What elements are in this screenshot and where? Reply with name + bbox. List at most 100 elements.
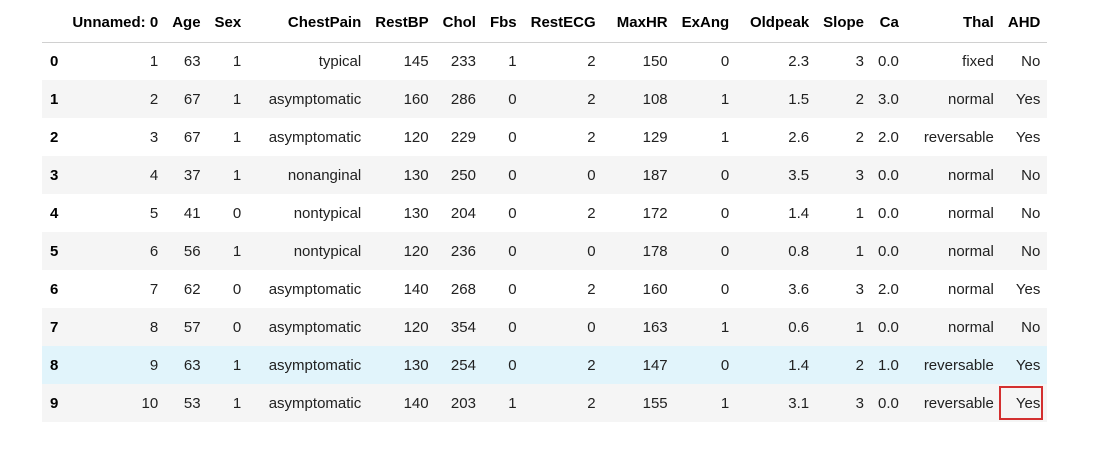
table-row[interactable]: 9 10 53 1 asymptomatic 140 203 1 2 155 1 3.1 3 0.0 rev… <box>42 384 1048 422</box>
row-index: 9 <box>50 394 59 412</box>
cell-exang: 0 <box>720 356 730 374</box>
cell-chestpain: asymptomatic <box>268 128 362 146</box>
cell-exang: 1 <box>720 128 730 146</box>
cell-ca: 0.0 <box>878 166 899 184</box>
cell-exang: 0 <box>720 204 730 222</box>
cell-chol: 250 <box>450 166 476 184</box>
cell-chestpain: asymptomatic <box>268 90 362 108</box>
table-row[interactable]: 5 6 56 1 nontypical 120 236 0 0 178 0 0.8 1 0.0 normal… <box>42 232 1048 270</box>
cell-restbp: 160 <box>403 90 429 108</box>
cell-sex: 1 <box>232 52 242 70</box>
row-index: 7 <box>50 318 59 336</box>
cell-chestpain: asymptomatic <box>268 394 362 412</box>
cell-ca: 2.0 <box>878 128 899 146</box>
row-index: 2 <box>50 128 59 146</box>
cell-age: 57 <box>183 318 201 336</box>
header-ca: Ca <box>871 4 906 43</box>
cell-restbp: 130 <box>403 166 429 184</box>
cell-exang: 1 <box>720 318 730 336</box>
cell-age: 67 <box>183 128 201 146</box>
cell-age: 56 <box>183 242 201 260</box>
cell-unnamed-0: 1 <box>149 52 159 70</box>
cell-ca: 3.0 <box>878 90 899 108</box>
cell-age: 63 <box>183 356 201 374</box>
table-row[interactable]: 0 1 63 1 typical 145 233 1 2 150 0 2.3 3 0.0 fixed No <box>42 42 1048 80</box>
table-row[interactable]: 3 4 37 1 nonanginal 130 250 0 0 187 0 3.5 3 0.0 normal… <box>42 156 1048 194</box>
cell-maxhr: 160 <box>642 280 668 298</box>
cell-unnamed-0: 5 <box>149 204 159 222</box>
cell-thal: reversable <box>923 394 994 412</box>
table-row[interactable]: 7 8 57 0 asymptomatic 120 354 0 0 163 1 0.6 1 0.0 norm… <box>42 308 1048 346</box>
cell-ahd: Yes <box>1015 280 1041 298</box>
cell-restbp: 120 <box>403 318 429 336</box>
cell-chestpain: asymptomatic <box>268 356 362 374</box>
cell-fbs: 0 <box>508 204 517 222</box>
cell-restbp: 130 <box>403 204 429 222</box>
cell-sex: 1 <box>232 90 242 108</box>
cell-maxhr: 147 <box>642 356 668 374</box>
header-age: Age <box>165 4 208 43</box>
dataframe-table: Unnamed: 0 Age Sex ChestPain RestBP Chol… <box>42 4 1048 422</box>
table-body: 0 1 63 1 typical 145 233 1 2 150 0 2.3 3 0.0 fixed No 1 2… <box>42 42 1048 422</box>
cell-chol: 254 <box>450 356 476 374</box>
header-thal: Thal <box>905 4 1001 43</box>
header-fbs: Fbs <box>482 4 524 43</box>
cell-unnamed-0: 10 <box>141 394 159 412</box>
cell-unnamed-0: 8 <box>149 318 159 336</box>
cell-slope: 2 <box>855 128 864 146</box>
cell-maxhr: 172 <box>642 204 668 222</box>
table-row[interactable]: 1 2 67 1 asymptomatic 160 286 0 2 108 1 1.5 2 3.0 norm… <box>42 80 1048 118</box>
cell-age: 53 <box>183 394 201 412</box>
cell-fbs: 0 <box>508 280 517 298</box>
cell-ahd: Yes <box>1015 356 1041 374</box>
cell-age: 63 <box>183 52 201 70</box>
cell-exang: 0 <box>720 280 730 298</box>
table-row[interactable]: 4 5 41 0 nontypical 130 204 0 2 172 0 1.4 1 0.0 normal… <box>42 194 1048 232</box>
table-row[interactable]: 6 7 62 0 asymptomatic 140 268 0 2 160 0 3.6 3 2.0 norm… <box>42 270 1048 308</box>
cell-thal: normal <box>948 280 994 298</box>
table-row[interactable]: 2 3 67 1 asymptomatic 120 229 0 2 129 1 2.6 2 2.0 reve… <box>42 118 1048 156</box>
cell-sex: 0 <box>232 280 242 298</box>
cell-ca: 0.0 <box>878 52 899 70</box>
header-exang: ExAng <box>674 4 737 43</box>
header-restecg: RestECG <box>523 4 603 43</box>
cell-unnamed-0: 2 <box>149 90 159 108</box>
cell-oldpeak: 1.4 <box>788 356 810 374</box>
cell-sex: 1 <box>232 356 242 374</box>
cell-chestpain: nontypical <box>293 242 362 260</box>
cell-thal: fixed <box>962 52 994 70</box>
cell-restecg: 2 <box>587 52 596 70</box>
cell-chol: 203 <box>450 394 476 412</box>
header-slope: Slope <box>816 4 871 43</box>
cell-oldpeak: 2.6 <box>788 128 810 146</box>
cell-sex: 1 <box>232 242 242 260</box>
cell-age: 41 <box>183 204 201 222</box>
cell-slope: 1 <box>855 318 864 336</box>
cell-unnamed-0: 6 <box>149 242 159 260</box>
cell-restbp: 120 <box>403 242 429 260</box>
cell-fbs: 1 <box>508 52 517 70</box>
cell-ca: 0.0 <box>878 242 899 260</box>
header-chol: Chol <box>435 4 483 43</box>
cell-chol: 286 <box>450 90 476 108</box>
row-index: 1 <box>50 90 59 108</box>
cell-restecg: 2 <box>587 394 596 412</box>
cell-slope: 1 <box>855 204 864 222</box>
cell-exang: 1 <box>720 394 730 412</box>
cell-chol: 233 <box>450 52 476 70</box>
row-index: 0 <box>50 52 59 70</box>
cell-oldpeak: 1.5 <box>788 90 810 108</box>
cell-maxhr: 163 <box>642 318 668 336</box>
table-row[interactable]: 8 9 63 1 asymptomatic 130 254 0 2 147 0 1.4 2 1.0 reve… <box>42 346 1048 384</box>
cell-restecg: 2 <box>587 128 596 146</box>
cell-slope: 2 <box>855 356 864 374</box>
cell-chol: 229 <box>450 128 476 146</box>
cell-maxhr: 129 <box>642 128 668 146</box>
cell-ca: 2.0 <box>878 280 899 298</box>
dataframe-output: Unnamed: 0 Age Sex ChestPain RestBP Chol… <box>0 0 1109 458</box>
cell-restbp: 145 <box>403 52 429 70</box>
cell-chestpain: nontypical <box>293 204 362 222</box>
cell-ahd: No <box>1021 204 1041 222</box>
cell-ahd: No <box>1021 166 1041 184</box>
row-index: 6 <box>50 280 59 298</box>
